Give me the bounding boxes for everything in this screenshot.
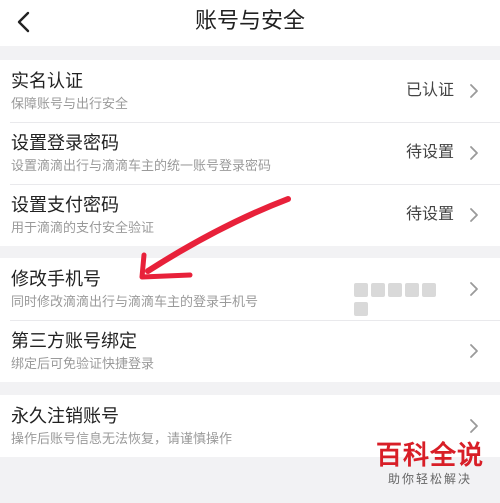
chevron-right-icon xyxy=(470,419,478,433)
chevron-right-icon xyxy=(470,84,478,98)
row-subtitle: 保障账号与出行安全 xyxy=(11,97,129,112)
chevron-right-icon xyxy=(470,208,478,222)
status-value: 待设置 xyxy=(405,142,454,161)
row-subtitle: 同时修改滴滴出行与滴滴车主的登录手机号 xyxy=(11,295,259,310)
row-title: 永久注销账号 xyxy=(11,406,119,427)
row-title: 第三方账号绑定 xyxy=(11,331,137,352)
watermark-subtitle: 助你轻松解决 xyxy=(387,472,472,486)
row-set-login-password[interactable]: 设置登录密码 设置滴滴出行与滴滴车主的统一账号登录密码 待设置 xyxy=(0,122,500,184)
row-title: 修改手机号 xyxy=(11,269,101,290)
row-title: 设置登录密码 xyxy=(11,133,119,154)
row-subtitle: 绑定后可免验证快捷登录 xyxy=(11,357,155,372)
chevron-right-icon xyxy=(470,344,478,358)
watermark-title: 百科全说 xyxy=(375,441,484,471)
chevron-right-icon xyxy=(470,282,478,296)
row-subtitle: 设置滴滴出行与滴滴车主的统一账号登录密码 xyxy=(11,159,272,174)
row-third-party-binding[interactable]: 第三方账号绑定 绑定后可免验证快捷登录 xyxy=(0,320,500,382)
watermark-logo: 百科全说 助你轻松解决 xyxy=(368,441,492,497)
row-real-name-verification[interactable]: 实名认证 保障账号与出行安全 已认证 xyxy=(0,60,500,122)
page-title: 账号与安全 xyxy=(194,9,305,34)
annotation-arrow-icon xyxy=(139,196,291,280)
row-title: 设置支付密码 xyxy=(11,195,119,216)
row-title: 实名认证 xyxy=(11,71,83,92)
masked-phone-number xyxy=(354,282,454,316)
status-value: 已认证 xyxy=(405,80,454,99)
row-subtitle: 操作后账号信息无法恢复，请谨慎操作 xyxy=(11,432,233,447)
chevron-right-icon xyxy=(470,146,478,160)
nav-bar: 账号与安全 xyxy=(0,0,500,46)
status-value: 待设置 xyxy=(405,204,454,223)
